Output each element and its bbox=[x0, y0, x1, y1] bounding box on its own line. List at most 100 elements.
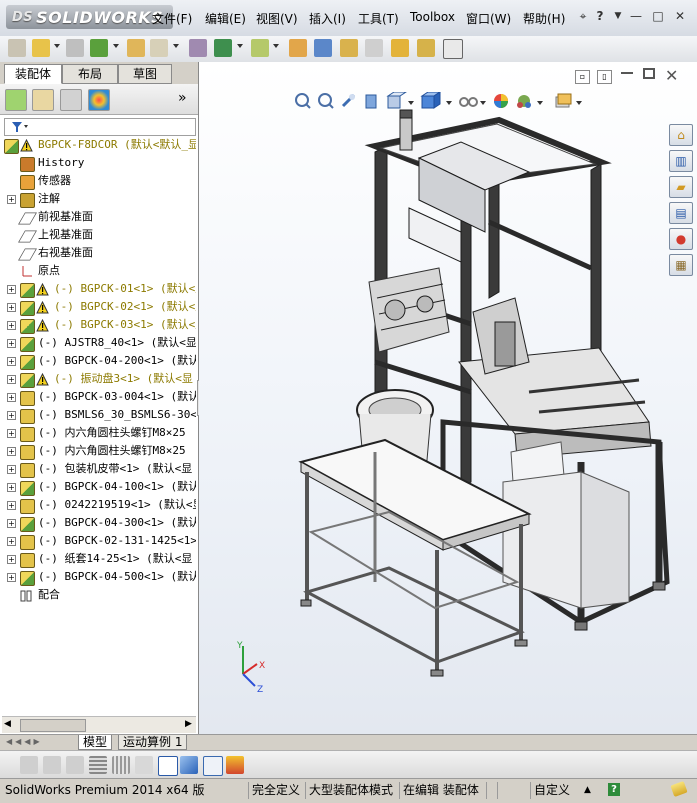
menu-insert[interactable]: 插入(I) bbox=[309, 10, 346, 27]
machine-assembly-model[interactable]: Y X Z bbox=[199, 62, 697, 734]
tree-item[interactable]: 上视基准面 bbox=[0, 226, 196, 244]
tree-item[interactable]: + (-) 纸套14-25<1> (默认<显 bbox=[0, 550, 196, 568]
tree-item[interactable]: + (-) 内六角圆柱头螺钉M8×25 bbox=[0, 424, 196, 442]
tree-item[interactable]: + (-) BSMLS6_30_BSMLS6-30<1> bbox=[0, 406, 196, 424]
expand-panel-icon[interactable]: » bbox=[178, 90, 187, 106]
scrollbar-thumb[interactable] bbox=[20, 719, 86, 732]
chevron-down-icon[interactable] bbox=[113, 44, 119, 48]
menu-file[interactable]: 文件(F) bbox=[152, 10, 192, 27]
tree-item[interactable]: 传感器 bbox=[0, 172, 196, 190]
tree-item[interactable]: History bbox=[0, 154, 196, 172]
expand-icon[interactable]: + bbox=[7, 393, 16, 402]
tree-item[interactable]: + (-) AJSTR8_40<1> (默认<显 bbox=[0, 334, 196, 352]
tab-layout[interactable]: 布局 bbox=[62, 64, 118, 84]
expand-icon[interactable]: + bbox=[7, 321, 16, 330]
rebuild-icon[interactable] bbox=[20, 756, 38, 774]
feature-manager-icon[interactable] bbox=[5, 89, 27, 111]
scroll-left-icon[interactable]: ◀ bbox=[4, 719, 11, 729]
tree-item[interactable]: + (-) BGPCK-02<1> (默认<显 bbox=[0, 298, 196, 316]
tree-item[interactable]: 右视基准面 bbox=[0, 244, 196, 262]
bill-of-materials-icon[interactable] bbox=[314, 39, 332, 57]
notification-tag-icon[interactable] bbox=[670, 780, 688, 798]
assembly-features-icon[interactable] bbox=[214, 39, 232, 57]
tree-item[interactable]: + (-) 包装机皮带<1> (默认<显 bbox=[0, 460, 196, 478]
insert-component-icon[interactable] bbox=[8, 39, 26, 57]
menu-tools[interactable]: 工具(T) bbox=[358, 10, 399, 27]
funnel-icon[interactable] bbox=[11, 121, 29, 133]
close-button[interactable]: ✕ bbox=[672, 9, 688, 23]
tab-sketch[interactable]: 草图 bbox=[118, 64, 172, 84]
menu-window[interactable]: 窗口(W) bbox=[466, 10, 511, 27]
new-motion-study-icon[interactable] bbox=[289, 39, 307, 57]
property-manager-icon[interactable] bbox=[32, 89, 54, 111]
expand-icon[interactable]: + bbox=[7, 195, 16, 204]
tab-model[interactable]: 模型 bbox=[78, 735, 113, 750]
mate-icon[interactable] bbox=[66, 39, 84, 57]
table-view-icon[interactable] bbox=[203, 756, 223, 776]
reference-geometry-icon[interactable] bbox=[251, 39, 269, 57]
help-dropdown-icon[interactable]: ▼ bbox=[610, 9, 626, 23]
graphics-area[interactable]: ▫ ▯ ✕ ⌂ ▥ ▰ ▤ ● ▦ Y X Z bbox=[199, 62, 697, 734]
chevron-down-icon[interactable] bbox=[273, 44, 279, 48]
tree-item[interactable]: 前视基准面 bbox=[0, 208, 196, 226]
help-icon[interactable]: ? bbox=[592, 9, 608, 23]
expand-icon[interactable]: + bbox=[7, 429, 16, 438]
units-arrow-icon[interactable]: ▲ bbox=[584, 785, 591, 795]
expand-icon[interactable]: + bbox=[7, 339, 16, 348]
minimize-button[interactable]: — bbox=[628, 9, 644, 23]
smart-fasteners-icon[interactable] bbox=[127, 39, 145, 57]
origin-toggle-icon[interactable] bbox=[158, 756, 178, 776]
explode-line-sketch-icon[interactable] bbox=[365, 39, 383, 57]
tree-item[interactable]: + (-) BGPCK-02-131-1425<1> bbox=[0, 532, 196, 550]
expand-icon[interactable]: + bbox=[7, 285, 16, 294]
chevron-down-icon[interactable] bbox=[173, 44, 179, 48]
expand-icon[interactable]: + bbox=[7, 573, 16, 582]
tree-item[interactable]: + (-) 振动盘3<1> (默认<显 bbox=[0, 370, 196, 388]
show-hidden-icon[interactable] bbox=[189, 39, 207, 57]
list-view-icon[interactable] bbox=[89, 756, 107, 774]
status-units[interactable]: 自定义 bbox=[530, 782, 573, 799]
tree-item[interactable]: + (-) BGPCK-03<1> (默认<显 bbox=[0, 316, 196, 334]
tree-item[interactable]: + (-) 0242219519<1> (默认<显 bbox=[0, 496, 196, 514]
tab-navigation-icon[interactable]: ◀◀◀▶ bbox=[6, 737, 43, 746]
quick-snaps-icon[interactable] bbox=[226, 756, 244, 774]
clearance-verification-icon[interactable] bbox=[417, 39, 435, 57]
tab-motion-study-1[interactable]: 运动算例 1 bbox=[118, 735, 188, 750]
grid-view-icon[interactable] bbox=[112, 756, 130, 774]
restore-button[interactable]: □ bbox=[650, 9, 666, 23]
measure-icon[interactable] bbox=[66, 756, 84, 774]
expand-icon[interactable]: + bbox=[7, 447, 16, 456]
tree-item[interactable]: + (-) 内六角圆柱头螺钉M8×25 bbox=[0, 442, 196, 460]
menu-view[interactable]: 视图(V) bbox=[256, 10, 298, 27]
configuration-manager-icon[interactable] bbox=[60, 89, 82, 111]
options-icon[interactable] bbox=[43, 756, 61, 774]
tree-item[interactable]: 原点 bbox=[0, 262, 196, 280]
tree-item[interactable]: + (-) BGPCK-04-500<1> (默认< bbox=[0, 568, 196, 586]
display-manager-icon[interactable] bbox=[88, 89, 110, 111]
chevron-down-icon[interactable] bbox=[237, 44, 243, 48]
help-question-icon[interactable]: ? bbox=[608, 783, 620, 796]
tree-filter-input[interactable] bbox=[4, 118, 196, 136]
expand-icon[interactable]: + bbox=[7, 555, 16, 564]
section-icon[interactable] bbox=[135, 756, 153, 774]
tree-item[interactable]: + (-) BGPCK-01<1> (默认<显 bbox=[0, 280, 196, 298]
expand-icon[interactable]: + bbox=[7, 411, 16, 420]
tree-item[interactable]: BGPCK-F8DCOR (默认<默认_显 bbox=[0, 136, 196, 154]
tree-item[interactable]: + (-) BGPCK-04-100<1> (默认< bbox=[0, 478, 196, 496]
exploded-view-icon[interactable] bbox=[340, 39, 358, 57]
chevron-down-icon[interactable] bbox=[54, 44, 60, 48]
shaded-view-icon[interactable] bbox=[180, 756, 198, 774]
new-part-icon[interactable] bbox=[32, 39, 50, 57]
interference-detection-icon[interactable] bbox=[391, 39, 409, 57]
solidworks-logo[interactable]: DS SOLIDWORKS bbox=[6, 5, 174, 29]
linear-pattern-icon[interactable] bbox=[90, 39, 108, 57]
expand-icon[interactable]: + bbox=[7, 483, 16, 492]
expand-icon[interactable]: + bbox=[7, 501, 16, 510]
move-component-icon[interactable] bbox=[150, 39, 168, 57]
expand-icon[interactable]: + bbox=[7, 357, 16, 366]
expand-icon[interactable]: + bbox=[7, 537, 16, 546]
pin-icon[interactable]: ⌖ bbox=[575, 9, 591, 23]
expand-icon[interactable]: + bbox=[7, 303, 16, 312]
tree-item[interactable]: + 注解 bbox=[0, 190, 196, 208]
expand-icon[interactable]: + bbox=[7, 465, 16, 474]
